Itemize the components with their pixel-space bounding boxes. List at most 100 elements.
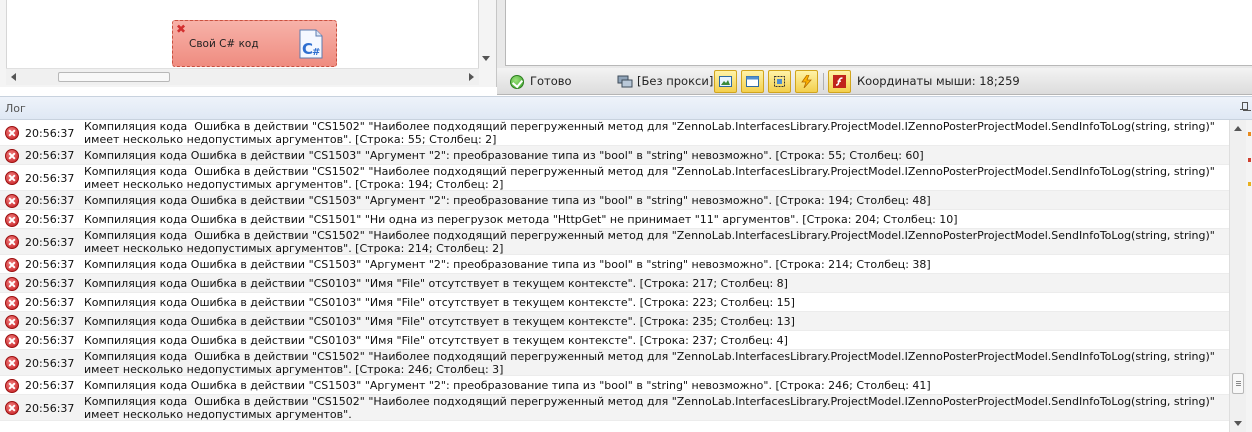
log-entry[interactable]: 20:56:37 Компиляция кода Ошибка в действи… — [0, 229, 1229, 255]
log-message: Компиляция кода Ошибка в действии "CS150… — [84, 379, 931, 392]
error-mark-icon: ✖ — [176, 22, 187, 36]
log-message: Компиляция кода Ошибка в действии "CS150… — [84, 194, 931, 207]
scrollbar-thumb[interactable] — [1232, 373, 1244, 394]
log-message: Компиляция кода Ошибка в действии "CS010… — [84, 315, 795, 328]
log-vertical-scrollbar[interactable] — [1229, 120, 1246, 432]
scrollbar-thumb[interactable] — [58, 72, 170, 82]
log-entry[interactable]: 20:56:37 Компиляция кода Ошибка в действи… — [0, 146, 1229, 165]
error-icon — [5, 258, 19, 272]
csharp-file-icon: C # — [299, 29, 323, 59]
log-entry[interactable]: 20:56:37 Компиляция кода Ошибка в действи… — [0, 165, 1229, 191]
log-message: Компиляция кода Ошибка в действии "CS150… — [84, 229, 1219, 255]
side-panel-edge — [1246, 120, 1252, 432]
flash-button[interactable] — [828, 70, 851, 93]
error-icon — [5, 315, 19, 329]
log-time: 20:56:37 — [25, 127, 75, 140]
csharp-action-block[interactable]: ✖ Свой C# код C # — [172, 20, 337, 67]
error-icon — [5, 356, 19, 370]
properties-panel[interactable] — [505, 0, 1252, 66]
log-time: 20:56:37 — [25, 357, 75, 370]
log-entry[interactable]: 20:56:37 Компиляция кода Ошибка в действи… — [0, 210, 1229, 229]
status-proxy[interactable]: [Без прокси] — [637, 68, 713, 95]
screenshot-button[interactable] — [714, 70, 737, 93]
log-entry[interactable]: 20:56:37 Компиляция кода Ошибка в действи… — [0, 376, 1229, 395]
ready-check-icon — [510, 75, 524, 89]
log-message: Компиляция кода Ошибка в действии "CS150… — [84, 120, 1219, 146]
log-message: Компиляция кода Ошибка в действии "CS150… — [84, 395, 1219, 421]
flash-icon — [833, 75, 846, 88]
thumb-grip — [1236, 381, 1241, 382]
error-icon — [5, 194, 19, 208]
project-canvas[interactable]: ✖ Свой C# код C # — [0, 0, 497, 87]
scroll-up-icon[interactable] — [1234, 126, 1242, 131]
log-message: Компиляция кода Ошибка в действии "CS150… — [84, 149, 924, 162]
log-message: Компиляция кода Ошибка в действии "CS150… — [84, 350, 1219, 376]
log-message: Компиляция кода Ошибка в действии "CS010… — [84, 334, 788, 347]
window-icon — [746, 76, 759, 87]
scroll-down-icon[interactable] — [1234, 421, 1242, 426]
pin-icon[interactable] — [1240, 102, 1248, 114]
status-ready: Готово — [530, 74, 572, 88]
frame-select-icon — [774, 76, 785, 87]
error-icon — [5, 171, 19, 185]
log-entry[interactable]: 20:56:37 Компиляция кода Ошибка в действи… — [0, 255, 1229, 274]
error-icon — [5, 296, 19, 310]
log-entry[interactable]: 20:56:37 Компиляция кода Ошибка в действи… — [0, 293, 1229, 312]
log-entry[interactable]: 20:56:37 Компиляция кода Ошибка в действи… — [0, 274, 1229, 293]
log-time: 20:56:37 — [25, 277, 75, 290]
svg-text:#: # — [312, 47, 320, 58]
scroll-left-icon[interactable] — [11, 73, 16, 81]
log-message: Компиляция кода Ошибка в действии "CS150… — [84, 213, 958, 226]
toolbar-separator — [823, 73, 824, 90]
side-marker-icon — [1248, 158, 1251, 162]
log-title: Лог — [5, 102, 26, 115]
log-list[interactable]: 20:56:37 Компиляция кода Ошибка в действи… — [0, 120, 1229, 432]
log-time: 20:56:37 — [25, 194, 75, 207]
log-entry[interactable]: 20:56:37 Компиляция кода Ошибка в действи… — [0, 312, 1229, 331]
thumb-grip — [1236, 383, 1241, 384]
error-icon — [5, 334, 19, 348]
side-marker-icon — [1248, 132, 1251, 136]
log-panel-header: Лог — [0, 96, 1252, 120]
error-icon — [5, 126, 19, 140]
image-icon — [719, 76, 732, 87]
error-icon — [5, 277, 19, 291]
log-entry[interactable]: 20:56:37 Компиляция кода Ошибка в действи… — [0, 395, 1229, 421]
canvas-horizontal-scrollbar[interactable] — [6, 68, 479, 85]
canvas-viewport[interactable]: ✖ Свой C# код C # — [6, 0, 479, 68]
log-message: Компиляция кода Ошибка в действии "CS010… — [84, 277, 788, 290]
error-icon — [5, 401, 19, 415]
thumb-grip — [1236, 385, 1241, 386]
log-entry[interactable]: 20:56:37 Компиляция кода Ошибка в действи… — [0, 350, 1229, 376]
scroll-right-icon[interactable] — [469, 73, 474, 81]
error-icon — [5, 235, 19, 249]
log-time: 20:56:37 — [25, 149, 75, 162]
log-time: 20:56:37 — [25, 334, 75, 347]
log-time: 20:56:37 — [25, 379, 75, 392]
action-block-label: Свой C# код — [189, 38, 259, 50]
log-entry[interactable]: 20:56:37 Компиляция кода Ошибка в действи… — [0, 191, 1229, 210]
error-icon — [5, 213, 19, 227]
log-entry[interactable]: 20:56:37 Компиляция кода Ошибка в действи… — [0, 120, 1229, 146]
lightning-icon — [801, 75, 812, 88]
log-message: Компиляция кода Ошибка в действии "CS150… — [84, 258, 931, 271]
log-time: 20:56:37 — [25, 172, 75, 185]
status-bar: Готово [Без прокси] Координаты мыши: 18;… — [497, 68, 1252, 95]
frame-highlight-button[interactable] — [768, 70, 791, 93]
log-time: 20:56:37 — [25, 258, 75, 271]
proxy-icon — [617, 75, 633, 88]
log-time: 20:56:37 — [25, 213, 75, 226]
browser-window-button[interactable] — [741, 70, 764, 93]
canvas-scroll-down-icon[interactable] — [482, 56, 490, 61]
log-time: 20:56:37 — [25, 236, 75, 249]
log-time: 20:56:37 — [25, 296, 75, 309]
error-icon — [5, 379, 19, 393]
mouse-coordinates: Координаты мыши: 18;259 — [857, 74, 1020, 88]
log-message: Компиляция кода Ошибка в действии "CS150… — [84, 165, 1219, 191]
side-marker-icon — [1248, 182, 1251, 186]
log-entry[interactable]: 20:56:37 Компиляция кода Ошибка в действи… — [0, 331, 1229, 350]
events-button[interactable] — [795, 70, 818, 93]
log-time: 20:56:37 — [25, 402, 75, 415]
error-icon — [5, 149, 19, 163]
log-message: Компиляция кода Ошибка в действии "CS010… — [84, 296, 795, 309]
